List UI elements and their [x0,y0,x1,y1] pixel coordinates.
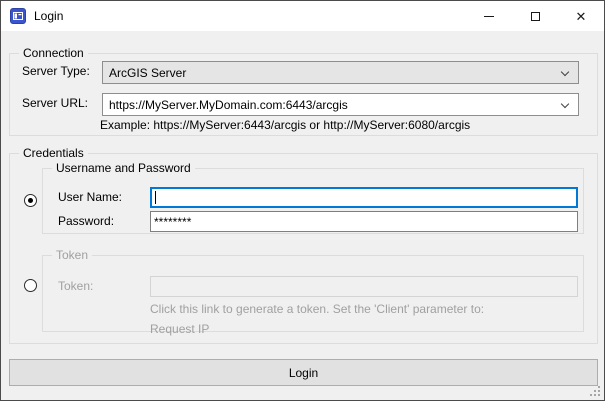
username-label: User Name: [58,190,122,204]
server-type-combobox[interactable]: ArcGIS Server [102,61,579,84]
login-button-label: Login [289,366,318,380]
server-url-combobox[interactable]: https://MyServer.MyDomain.com:6443/arcgi… [102,93,579,116]
username-input[interactable] [150,187,578,208]
resize-grip[interactable] [589,385,601,397]
token-input [150,276,578,297]
password-label: Password: [58,214,114,228]
close-icon: ✕ [576,10,587,23]
credentials-group-label: Credentials [19,146,88,160]
text-caret [155,191,156,204]
generate-token-link[interactable]: Click this link to generate a token. Set… [150,302,484,316]
token-group-label: Token [52,248,92,262]
login-button[interactable]: Login [9,359,598,386]
username-password-group-label: Username and Password [52,161,195,175]
login-dialog: Login ✕ Connection Server Type: ArcGIS S… [0,0,605,401]
chevron-down-icon [561,68,569,76]
username-password-radio[interactable] [24,194,37,207]
username-password-group: Username and Password User Name: Passwor… [42,168,584,234]
token-label: Token: [58,279,93,293]
server-url-example-text: Example: https://MyServer:6443/arcgis or… [100,118,470,132]
token-radio[interactable] [24,279,37,292]
maximize-button[interactable] [512,1,558,31]
token-group: Token Token: Click this link to generate… [42,255,584,332]
server-type-label: Server Type: [22,64,90,78]
titlebar: Login ✕ [1,1,604,31]
window-title: Login [34,9,63,23]
server-url-value: https://MyServer.MyDomain.com:6443/arcgi… [109,98,348,112]
minimize-icon [484,16,494,17]
server-type-value: ArcGIS Server [109,66,186,80]
server-url-label: Server URL: [22,96,88,110]
credentials-group: Credentials Username and Password User N… [9,153,598,344]
minimize-button[interactable] [466,1,512,31]
connection-group-label: Connection [19,46,88,60]
request-ip-text: Request IP [150,322,209,336]
close-button[interactable]: ✕ [558,1,604,31]
chevron-down-icon [561,100,569,108]
maximize-icon [531,12,540,21]
password-input[interactable] [150,211,578,232]
form-window-icon [10,8,26,24]
caption-buttons: ✕ [466,1,604,31]
connection-group: Connection Server Type: ArcGIS Server Se… [9,53,598,136]
